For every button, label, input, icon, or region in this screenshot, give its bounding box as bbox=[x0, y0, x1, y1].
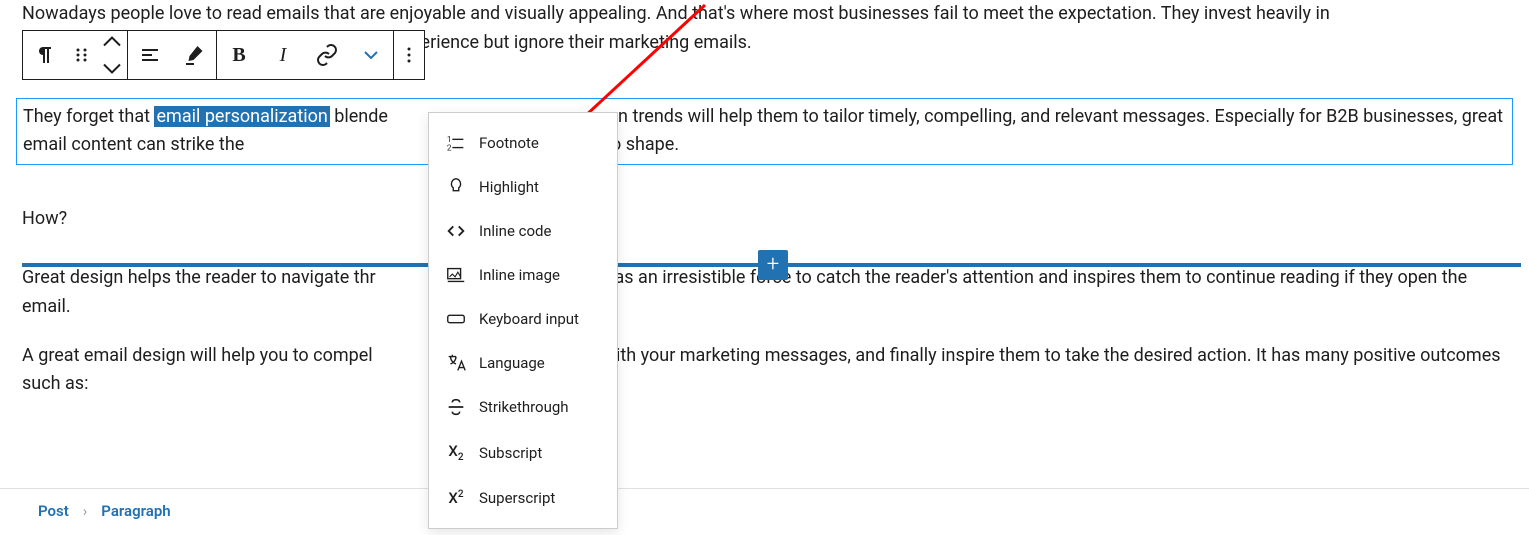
highlighter-icon[interactable] bbox=[172, 31, 216, 79]
block-inserter-button[interactable]: + bbox=[758, 250, 788, 280]
svg-text:2: 2 bbox=[447, 143, 452, 153]
dropdown-label: Inline code bbox=[479, 219, 551, 243]
dropdown-language[interactable]: Language bbox=[429, 341, 617, 385]
dropdown-label: Strikethrough bbox=[479, 395, 569, 419]
chevron-right-icon: › bbox=[83, 499, 88, 523]
dropdown-label: Superscript bbox=[479, 486, 555, 510]
paragraph-3[interactable]: How? bbox=[22, 205, 1507, 234]
breadcrumb-current[interactable]: Paragraph bbox=[101, 499, 170, 523]
paragraph-icon[interactable] bbox=[23, 31, 67, 79]
superscript-icon: X2 bbox=[445, 486, 467, 510]
move-updown[interactable] bbox=[97, 31, 127, 79]
selected-paragraph-block[interactable]: They forget that email personalization b… bbox=[16, 98, 1513, 166]
dropdown-keyboard[interactable]: Keyboard input bbox=[429, 297, 617, 341]
block-toolbar: B I bbox=[22, 30, 424, 80]
chevron-up-icon bbox=[100, 31, 124, 52]
breadcrumb: Post › Paragraph bbox=[0, 488, 1529, 533]
more-formatting-chevron[interactable] bbox=[349, 31, 393, 79]
dropdown-label: Subscript bbox=[479, 441, 542, 465]
chevron-down-icon bbox=[100, 58, 124, 79]
dropdown-strikethrough[interactable]: Strikethrough bbox=[429, 385, 617, 429]
keyboard-icon bbox=[445, 308, 467, 330]
p2-a: They forget that bbox=[23, 106, 154, 127]
drag-handle-icon[interactable] bbox=[67, 31, 97, 79]
more-options-icon[interactable] bbox=[394, 31, 424, 79]
dropdown-label: Inline image bbox=[479, 263, 560, 287]
dropdown-inline-code[interactable]: Inline code bbox=[429, 209, 617, 253]
bold-button[interactable]: B bbox=[217, 31, 261, 79]
language-icon bbox=[445, 352, 467, 374]
highlight-icon bbox=[445, 176, 467, 198]
p2-b: blende bbox=[330, 106, 388, 127]
dropdown-label: Language bbox=[479, 351, 545, 375]
breadcrumb-root[interactable]: Post bbox=[38, 499, 69, 523]
paragraph-1b: perience but ignore their marketing emai… bbox=[410, 32, 751, 53]
dropdown-label: Highlight bbox=[479, 175, 539, 199]
image-icon bbox=[445, 264, 467, 286]
p5-a: A great email design will help you to co… bbox=[22, 345, 373, 366]
footnote-icon: 12 bbox=[445, 132, 467, 154]
p4-a: Great design helps the reader to navigat… bbox=[22, 267, 376, 288]
dropdown-highlight[interactable]: Highlight bbox=[429, 165, 617, 209]
dropdown-inline-image[interactable]: Inline image bbox=[429, 253, 617, 297]
subscript-icon: X2 bbox=[445, 439, 467, 466]
paragraph-1a: Nowadays people love to read emails that… bbox=[22, 3, 1330, 24]
selected-text[interactable]: email personalization bbox=[154, 106, 329, 127]
code-icon bbox=[445, 220, 467, 242]
formatting-dropdown: 12 Footnote Highlight Inline code Inline… bbox=[428, 112, 618, 529]
dropdown-footnote[interactable]: 12 Footnote bbox=[429, 121, 617, 165]
dropdown-superscript[interactable]: X2 Superscript bbox=[429, 476, 617, 520]
dropdown-label: Footnote bbox=[479, 131, 539, 155]
dropdown-subscript[interactable]: X2 Subscript bbox=[429, 429, 617, 476]
strikethrough-icon bbox=[445, 396, 467, 418]
link-icon[interactable] bbox=[305, 31, 349, 79]
paragraph-5[interactable]: A great email design will help you to co… bbox=[22, 342, 1507, 400]
align-icon[interactable] bbox=[128, 31, 172, 79]
italic-button[interactable]: I bbox=[261, 31, 305, 79]
dropdown-label: Keyboard input bbox=[479, 307, 579, 331]
